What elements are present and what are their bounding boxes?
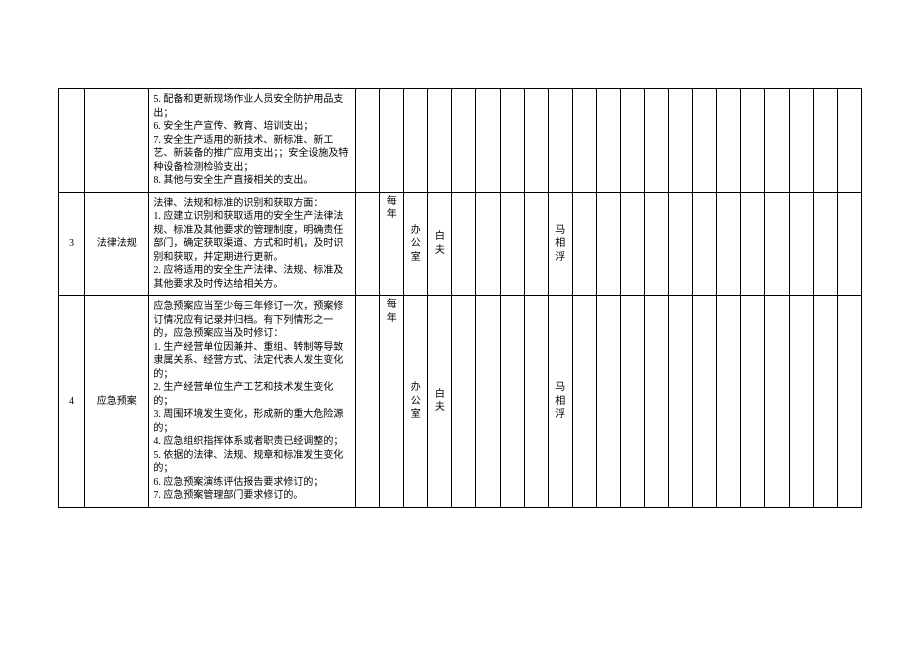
cell — [524, 89, 548, 193]
cell — [476, 192, 500, 296]
cell — [452, 192, 476, 296]
cell — [524, 296, 548, 508]
cell-title: 应急预案 — [85, 296, 149, 508]
table-row: 3 法律法规 法律、法规和标准的识别和获取方面： 1. 应建立识别和获取适用的安… — [59, 192, 862, 296]
cell — [813, 296, 837, 508]
cell — [356, 89, 380, 193]
cell — [356, 192, 380, 296]
cell — [741, 192, 765, 296]
cell-freq — [380, 89, 404, 193]
cell — [765, 192, 789, 296]
cell — [693, 296, 717, 508]
cell — [572, 89, 596, 193]
cell — [596, 296, 620, 508]
cell — [356, 296, 380, 508]
table-row: 4 应急预案 应急预案应当至少每三年修订一次，预案修订情况应有记录并归档。有下列… — [59, 296, 862, 508]
cell-id: 3 — [59, 192, 85, 296]
cell — [717, 296, 741, 508]
cell — [500, 296, 524, 508]
cell — [813, 89, 837, 193]
cell — [500, 192, 524, 296]
cell — [452, 89, 476, 193]
cell — [717, 89, 741, 193]
cell-person1 — [428, 89, 452, 193]
cell-person2: 马相浮 — [548, 192, 572, 296]
cell-dept — [404, 89, 428, 193]
cell — [837, 192, 861, 296]
cell-title: 法律法规 — [85, 192, 149, 296]
cell — [452, 296, 476, 508]
cell — [837, 296, 861, 508]
cell — [741, 89, 765, 193]
cell — [476, 89, 500, 193]
cell-title — [85, 89, 149, 193]
cell — [476, 296, 500, 508]
cell — [620, 192, 644, 296]
cell — [669, 296, 693, 508]
cell — [572, 192, 596, 296]
cell-person2: 马相浮 — [548, 296, 572, 508]
cell-person1: 白夫 — [428, 296, 452, 508]
cell-id — [59, 89, 85, 193]
cell — [765, 89, 789, 193]
cell — [620, 89, 644, 193]
cell-desc: 应急预案应当至少每三年修订一次，预案修订情况应有记录并归档。有下列情形之一的，应… — [149, 296, 356, 508]
cell — [524, 192, 548, 296]
cell — [596, 192, 620, 296]
cell — [693, 89, 717, 193]
cell — [620, 296, 644, 508]
cell-person2 — [548, 89, 572, 193]
cell-freq: 每年 — [380, 296, 404, 508]
cell — [645, 296, 669, 508]
cell-id: 4 — [59, 296, 85, 508]
cell — [669, 89, 693, 193]
cell — [572, 296, 596, 508]
cell — [500, 89, 524, 193]
cell — [669, 192, 693, 296]
cell — [645, 192, 669, 296]
cell-dept: 办公室 — [404, 296, 428, 508]
cell-person1: 白夫 — [428, 192, 452, 296]
cell — [717, 192, 741, 296]
cell — [789, 296, 813, 508]
cell — [813, 192, 837, 296]
cell — [596, 89, 620, 193]
cell — [741, 296, 765, 508]
document-page: 5. 配备和更新现场作业人员安全防护用品支出； 6. 安全生产宣传、教育、培训支… — [0, 0, 920, 651]
cell — [765, 296, 789, 508]
cell-desc: 5. 配备和更新现场作业人员安全防护用品支出； 6. 安全生产宣传、教育、培训支… — [149, 89, 356, 193]
cell — [789, 89, 813, 193]
cell — [645, 89, 669, 193]
main-table: 5. 配备和更新现场作业人员安全防护用品支出； 6. 安全生产宣传、教育、培训支… — [58, 88, 862, 508]
table-row: 5. 配备和更新现场作业人员安全防护用品支出； 6. 安全生产宣传、教育、培训支… — [59, 89, 862, 193]
cell — [693, 192, 717, 296]
cell-desc: 法律、法规和标准的识别和获取方面： 1. 应建立识别和获取适用的安全生产法律法规… — [149, 192, 356, 296]
cell — [837, 89, 861, 193]
cell-freq: 每年 — [380, 192, 404, 296]
cell — [789, 192, 813, 296]
cell-dept: 办公室 — [404, 192, 428, 296]
